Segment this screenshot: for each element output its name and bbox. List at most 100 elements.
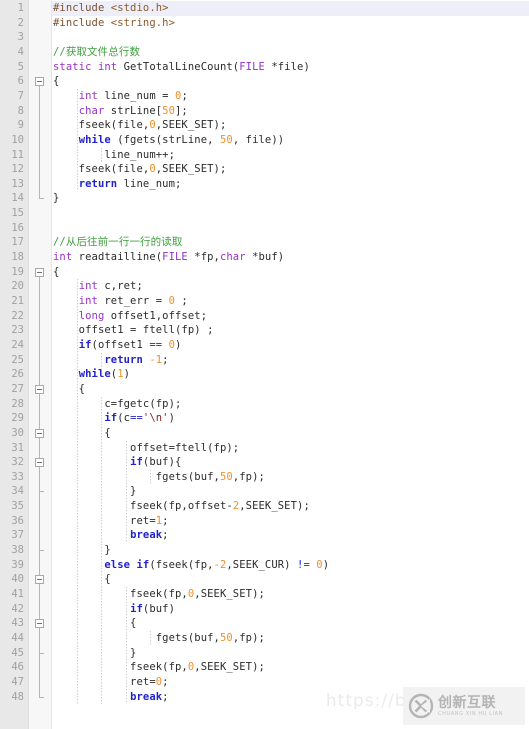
code-text[interactable]: ret=1; <box>53 514 169 529</box>
code-line[interactable]: 21 int ret_err = 0 ; <box>0 294 529 309</box>
code-line[interactable]: 25 return -1; <box>0 353 529 368</box>
code-text[interactable]: fseek(fp,0,SEEK_SET); <box>53 660 265 675</box>
code-line[interactable]: 33 fgets(buf,50,fp); <box>0 470 529 485</box>
token-plain: *buf) <box>245 251 285 264</box>
code-line[interactable]: 42 if(buf) <box>0 602 529 617</box>
code-line[interactable]: 28 c=fgetc(fp); <box>0 397 529 412</box>
code-text[interactable]: return line_num; <box>53 177 182 192</box>
code-line[interactable]: 37 break; <box>0 528 529 543</box>
code-line[interactable]: 31 offset=ftell(fp); <box>0 441 529 456</box>
code-text[interactable]: while(1) <box>53 367 130 382</box>
code-line[interactable]: 36 ret=1; <box>0 514 529 529</box>
code-line[interactable]: 45 } <box>0 646 529 661</box>
code-line[interactable]: 3 <box>0 30 529 45</box>
code-text[interactable]: { <box>53 572 111 587</box>
code-text[interactable]: #include <string.h> <box>53 16 175 31</box>
code-text[interactable]: { <box>53 426 111 441</box>
code-text[interactable]: { <box>53 382 85 397</box>
code-text[interactable]: //从后往前一行一行的读取 <box>53 235 182 250</box>
code-line[interactable]: 7 int line_num = 0; <box>0 89 529 104</box>
code-text[interactable]: while (fgets(strLine, 50, file)) <box>53 133 284 148</box>
code-line[interactable]: 10 while (fgets(strLine, 50, file)) <box>0 133 529 148</box>
code-editor[interactable]: 1 #include <stdio.h> 2 #include <string.h> 3… <box>0 0 529 729</box>
code-line[interactable]: 30 { <box>0 426 529 441</box>
code-line[interactable]: 22 long offset1,offset; <box>0 309 529 324</box>
code-text[interactable]: if(buf) <box>53 602 175 617</box>
code-line[interactable]: 12 fseek(file,0,SEEK_SET); <box>0 162 529 177</box>
code-line[interactable]: 26 while(1) <box>0 367 529 382</box>
code-line[interactable]: 5 static int GetTotalLineCount(FILE *file… <box>0 60 529 75</box>
code-text[interactable]: int readtailline(FILE *fp,char *buf) <box>53 250 284 265</box>
code-line[interactable]: 18 int readtailline(FILE *fp,char *buf) <box>0 250 529 265</box>
code-line[interactable]: 20 int c,ret; <box>0 279 529 294</box>
code-text[interactable]: if(offset1 == 0) <box>53 338 182 353</box>
code-text[interactable]: ret=0; <box>53 675 169 690</box>
line-number: 47 <box>11 675 24 688</box>
code-line[interactable]: 46 fseek(fp,0,SEEK_SET); <box>0 660 529 675</box>
code-line[interactable]: 35 fseek(fp,offset-2,SEEK_SET); <box>0 499 529 514</box>
code-text[interactable]: char strLine[50]; <box>53 104 188 119</box>
code-line[interactable]: 13 return line_num; <box>0 177 529 192</box>
code-text[interactable]: { <box>53 616 136 631</box>
code-line[interactable]: 23 offset1 = ftell(fp) ; <box>0 323 529 338</box>
code-line[interactable]: 24 if(offset1 == 0) <box>0 338 529 353</box>
token-plain: { <box>53 573 111 586</box>
code-text[interactable]: offset=ftell(fp); <box>53 441 239 456</box>
code-line[interactable]: 14} <box>0 191 529 206</box>
code-line[interactable]: 43 { <box>0 616 529 631</box>
code-text[interactable]: { <box>53 265 59 280</box>
code-line[interactable]: 44 fgets(buf,50,fp); <box>0 631 529 646</box>
code-text[interactable]: if(c=='\n') <box>53 411 175 426</box>
code-line[interactable]: 8 char strLine[50]; <box>0 104 529 119</box>
code-line[interactable]: 41 fseek(fp,0,SEEK_SET); <box>0 587 529 602</box>
code-line[interactable]: 6{ <box>0 74 529 89</box>
token-plain: fseek(file, <box>53 163 150 176</box>
code-line[interactable]: 11 line_num++; <box>0 148 529 163</box>
token-inc: <string.h> <box>110 16 176 29</box>
code-line[interactable]: 17 //从后往前一行一行的读取 <box>0 235 529 250</box>
code-line[interactable]: 16 <box>0 221 529 236</box>
code-line[interactable]: 15 <box>0 206 529 221</box>
code-line[interactable]: 39 else if(fseek(fp,-2,SEEK_CUR) != 0) <box>0 558 529 573</box>
code-line[interactable]: 29 if(c=='\n') <box>0 411 529 426</box>
code-text[interactable]: offset1 = ftell(fp) ; <box>53 323 214 338</box>
code-text[interactable]: fseek(file,0,SEEK_SET); <box>53 162 227 177</box>
code-text[interactable]: int line_num = 0; <box>53 89 188 104</box>
code-text[interactable]: if(buf){ <box>53 455 181 470</box>
code-text[interactable]: c=fgetc(fp); <box>53 397 181 412</box>
code-line[interactable]: 19 { <box>0 265 529 280</box>
code-text[interactable]: break; <box>53 690 169 705</box>
code-text[interactable]: } <box>53 646 136 661</box>
code-text[interactable]: static int GetTotalLineCount(FILE *file) <box>53 60 310 75</box>
code-text[interactable]: long offset1,offset; <box>53 309 207 324</box>
code-line[interactable]: 27 { <box>0 382 529 397</box>
code-text[interactable]: break; <box>53 528 169 543</box>
code-text[interactable]: fgets(buf,50,fp); <box>53 631 265 646</box>
code-text[interactable]: } <box>53 484 136 499</box>
code-text[interactable]: else if(fseek(fp,-2,SEEK_CUR) != 0) <box>53 558 329 573</box>
code-text[interactable]: fseek(fp,offset-2,SEEK_SET); <box>53 499 310 514</box>
code-text[interactable]: { <box>53 74 59 89</box>
code-text[interactable]: } <box>53 191 59 206</box>
code-line[interactable]: 1 #include <stdio.h> <box>0 1 529 16</box>
code-text[interactable]: int ret_err = 0 ; <box>53 294 188 309</box>
code-line[interactable]: 2 #include <string.h> <box>0 16 529 31</box>
code-line[interactable]: 32 if(buf){ <box>0 455 529 470</box>
code-text[interactable]: //获取文件总行数 <box>53 45 140 60</box>
code-text[interactable]: #include <stdio.h> <box>53 1 169 16</box>
code-text[interactable]: } <box>53 543 111 558</box>
token-num: 50 <box>162 104 176 117</box>
code-text[interactable]: fseek(file,0,SEEK_SET); <box>53 118 227 133</box>
code-text[interactable]: int c,ret; <box>53 279 143 294</box>
code-line[interactable]: 4 //获取文件总行数 <box>0 45 529 60</box>
code-text[interactable]: fgets(buf,50,fp); <box>53 470 265 485</box>
code-line[interactable]: 38 } <box>0 543 529 558</box>
watermark-logo-pinyin: CHUANG XIN HU LIAN <box>438 710 503 717</box>
code-line[interactable]: 34 } <box>0 484 529 499</box>
code-line[interactable]: 40 { <box>0 572 529 587</box>
code-text[interactable]: return -1; <box>53 353 169 368</box>
code-text[interactable]: line_num++; <box>53 148 175 163</box>
code-line[interactable]: 9 fseek(file,0,SEEK_SET); <box>0 118 529 133</box>
code-text[interactable]: fseek(fp,0,SEEK_SET); <box>53 587 265 602</box>
line-number: 18 <box>11 251 24 264</box>
